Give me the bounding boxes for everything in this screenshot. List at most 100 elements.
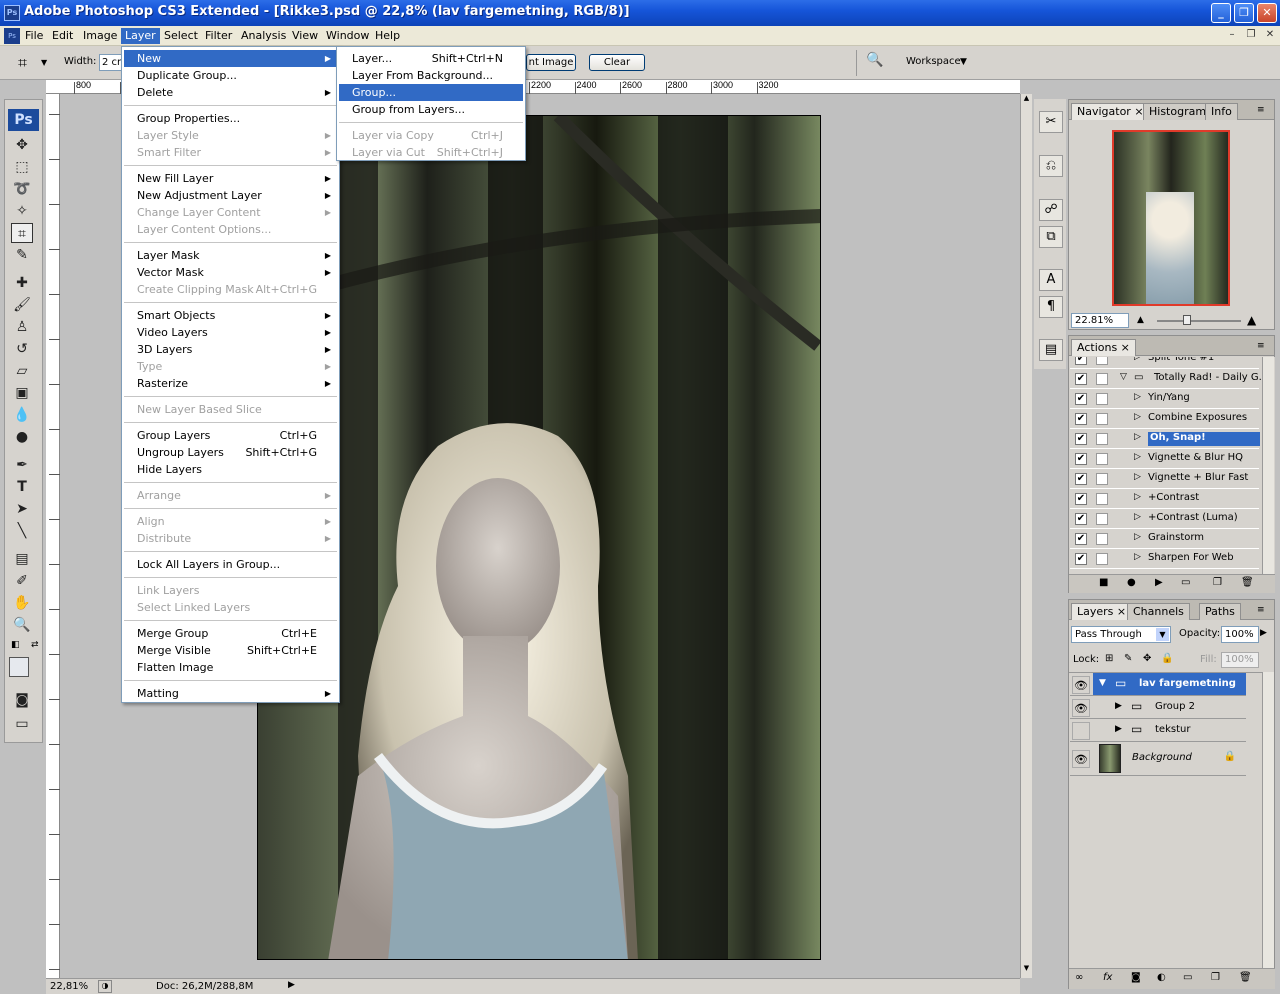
layer-row[interactable]: ▶ ▭ tekstur [1070, 719, 1246, 742]
quick-mask-icon[interactable]: ◙ [11, 690, 33, 710]
lasso-tool-icon[interactable]: ➰ [11, 179, 33, 199]
layers-scrollbar[interactable] [1262, 672, 1274, 968]
dialog-toggle-checkbox[interactable] [1096, 533, 1108, 545]
crop-tool-icon[interactable]: ⌗ [11, 223, 33, 243]
delete-icon[interactable]: 🗑 [1241, 577, 1254, 588]
eraser-tool-icon[interactable]: ▱ [11, 361, 33, 381]
menu-item-video-layers[interactable]: Video Layers ▶ [124, 324, 337, 341]
menu-item-3d-layers[interactable]: 3D Layers ▶ [124, 341, 337, 358]
disclosure-triangle-icon[interactable]: ▷ [1134, 492, 1141, 502]
action-row[interactable]: ✔ ▷ Grainstorm [1070, 529, 1259, 549]
disclosure-triangle-icon[interactable]: ▷ [1134, 412, 1141, 422]
default-colors-icon[interactable]: ◧ [11, 640, 20, 650]
expand-icon[interactable]: ▶ [1115, 701, 1122, 711]
menu-analysis[interactable]: Analysis [237, 28, 290, 44]
path-selection-icon[interactable]: ➤ [11, 499, 33, 519]
tab-histogram[interactable]: Histogram [1143, 103, 1213, 120]
character-icon[interactable]: A [1039, 269, 1063, 291]
disclosure-triangle-icon[interactable]: ▷ [1134, 552, 1141, 562]
action-row[interactable]: ✔ ▷ Vignette & Blur HQ [1070, 449, 1259, 469]
menu-filter[interactable]: Filter [201, 28, 236, 44]
menu-file[interactable]: File [21, 28, 47, 44]
layer-row-body[interactable]: Background 🔒 [1093, 742, 1246, 775]
visibility-toggle[interactable] [1072, 721, 1090, 740]
scroll-up-icon[interactable]: ▲ [1021, 94, 1032, 106]
menu-item-hide-layers[interactable]: Hide Layers [124, 461, 337, 478]
action-row[interactable]: ✔ ▷ Split Tone #1 [1070, 357, 1259, 369]
slice-tool-icon[interactable]: ✎ [11, 245, 33, 265]
paragraph-icon[interactable]: ¶ [1039, 296, 1063, 318]
menu-item-new[interactable]: New ▶ [124, 50, 337, 67]
zoom-in-icon[interactable]: ▲ [1247, 313, 1256, 327]
delete-layer-icon[interactable]: 🗑 [1239, 972, 1252, 983]
action-toggle-checkbox[interactable]: ✔ [1075, 473, 1087, 485]
menu-item-rasterize[interactable]: Rasterize ▶ [124, 375, 337, 392]
gradient-tool-icon[interactable]: ▣ [11, 383, 33, 403]
marquee-tool-icon[interactable]: ⬚ [11, 157, 33, 177]
action-toggle-checkbox[interactable]: ✔ [1075, 433, 1087, 445]
dialog-toggle-checkbox[interactable] [1096, 553, 1108, 565]
screen-mode-icon[interactable]: ▭ [11, 714, 33, 734]
action-toggle-checkbox[interactable]: ✔ [1075, 513, 1087, 525]
close-icon[interactable]: ✕ [1257, 3, 1277, 23]
layer-thumbnail[interactable] [1099, 744, 1121, 773]
dialog-toggle-checkbox[interactable] [1096, 413, 1108, 425]
expand-icon[interactable]: ▽ [1120, 372, 1127, 382]
document-icon[interactable]: Ps [4, 28, 20, 44]
expand-icon[interactable]: ▶ [1115, 724, 1122, 734]
disclosure-triangle-icon[interactable]: ▷ [1134, 532, 1141, 542]
workspace-arrow-icon[interactable]: ▼ [960, 57, 967, 67]
menu-item-vector-mask[interactable]: Vector Mask ▶ [124, 264, 337, 281]
dialog-toggle-checkbox[interactable] [1096, 433, 1108, 445]
lock-transparency-icon[interactable]: ⊞ [1105, 653, 1113, 664]
menu-item-delete[interactable]: Delete ▶ [124, 84, 337, 101]
panel-menu-icon[interactable]: ≡ [1257, 105, 1265, 115]
layer-row-body[interactable]: ▶ ▭ tekstur [1093, 719, 1246, 741]
status-menu-arrow-icon[interactable]: ▶ [288, 980, 295, 990]
brush-tool-icon[interactable]: 🖌 [11, 295, 33, 315]
doc-restore-icon[interactable]: ❐ [1243, 28, 1259, 42]
clear-button[interactable]: Clear [589, 54, 645, 71]
stop-icon[interactable]: ■ [1099, 577, 1108, 588]
actions-scrollbar[interactable] [1262, 357, 1274, 575]
menu-item-merge-visible[interactable]: Merge Visible Shift+Ctrl+E [124, 642, 337, 659]
line-tool-icon[interactable]: ╲ [11, 521, 33, 541]
action-row[interactable]: ✔ ▽ ▭ Totally Rad! - Daily G... [1070, 369, 1268, 389]
menu-item-new-adjustment-layer[interactable]: New Adjustment Layer ▶ [124, 187, 337, 204]
action-toggle-checkbox[interactable]: ✔ [1075, 393, 1087, 405]
action-toggle-checkbox[interactable]: ✔ [1075, 373, 1087, 385]
dodge-tool-icon[interactable]: ● [11, 427, 33, 447]
tab-actions[interactable]: Actions × [1071, 339, 1136, 356]
action-toggle-checkbox[interactable]: ✔ [1075, 357, 1087, 365]
vertical-scrollbar[interactable]: ▲ ▼ [1020, 94, 1032, 978]
record-icon[interactable]: ● [1127, 577, 1136, 588]
chevron-down-icon[interactable]: ▼ [1156, 628, 1169, 641]
move-tool-icon[interactable]: ✥ [11, 135, 33, 155]
menu-item-smart-objects[interactable]: Smart Objects ▶ [124, 307, 337, 324]
new-group-icon[interactable]: ▭ [1183, 972, 1192, 983]
menu-item-group-properties[interactable]: Group Properties... [124, 110, 337, 127]
brushes-icon[interactable]: ☍ [1039, 199, 1063, 221]
tool-preset-arrow-icon[interactable]: ▼ [41, 58, 47, 67]
front-image-button[interactable]: nt Image [526, 54, 576, 71]
opacity-input[interactable]: 100% [1221, 626, 1259, 643]
zoom-slider[interactable] [1157, 320, 1241, 322]
dialog-toggle-checkbox[interactable] [1096, 453, 1108, 465]
menu-layer[interactable]: Layer [121, 28, 160, 44]
visibility-eye-icon[interactable]: 👁 [1072, 750, 1090, 768]
type-tool-icon[interactable]: T [11, 477, 33, 497]
action-toggle-checkbox[interactable]: ✔ [1075, 553, 1087, 565]
healing-brush-icon[interactable]: ✚ [11, 273, 33, 293]
disclosure-triangle-icon[interactable]: ▷ [1134, 512, 1141, 522]
lock-position-icon[interactable]: ✥ [1143, 653, 1151, 664]
clone-stamp-icon[interactable]: ♙ [11, 317, 33, 337]
menu-help[interactable]: Help [371, 28, 404, 44]
zoom-out-icon[interactable]: ▲ [1137, 315, 1144, 325]
layer-row-body[interactable]: ▶ ▭ Group 2 [1093, 696, 1246, 718]
width-input[interactable]: 2 cr [99, 54, 123, 71]
tab-channels[interactable]: Channels [1127, 603, 1190, 620]
magic-wand-icon[interactable]: ✧ [11, 201, 33, 221]
clone-source-icon[interactable]: ⧉ [1039, 226, 1063, 248]
action-row[interactable]: ✔ ▷ Sharpen For Web [1070, 549, 1259, 569]
zoom-slider-thumb[interactable] [1183, 315, 1191, 325]
